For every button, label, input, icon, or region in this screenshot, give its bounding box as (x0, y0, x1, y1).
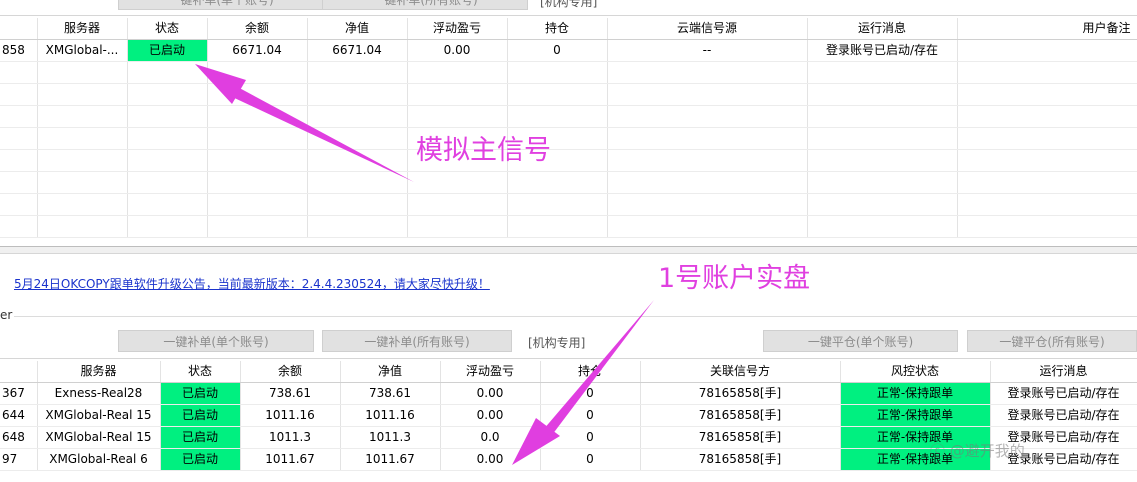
arrow-to-master-status (195, 64, 414, 182)
watermark-logo-icon: ⓒ (930, 442, 946, 460)
annotation-arrows (195, 64, 654, 465)
arrow-to-follower-pnl (512, 300, 654, 465)
watermark: ⓒ @避开我的 (930, 440, 1025, 461)
annotation-account-real: 1号账户实盘 (658, 263, 811, 294)
annotation-sim-signal: 模拟主信号 (416, 135, 551, 166)
watermark-text: @避开我的 (949, 442, 1025, 460)
